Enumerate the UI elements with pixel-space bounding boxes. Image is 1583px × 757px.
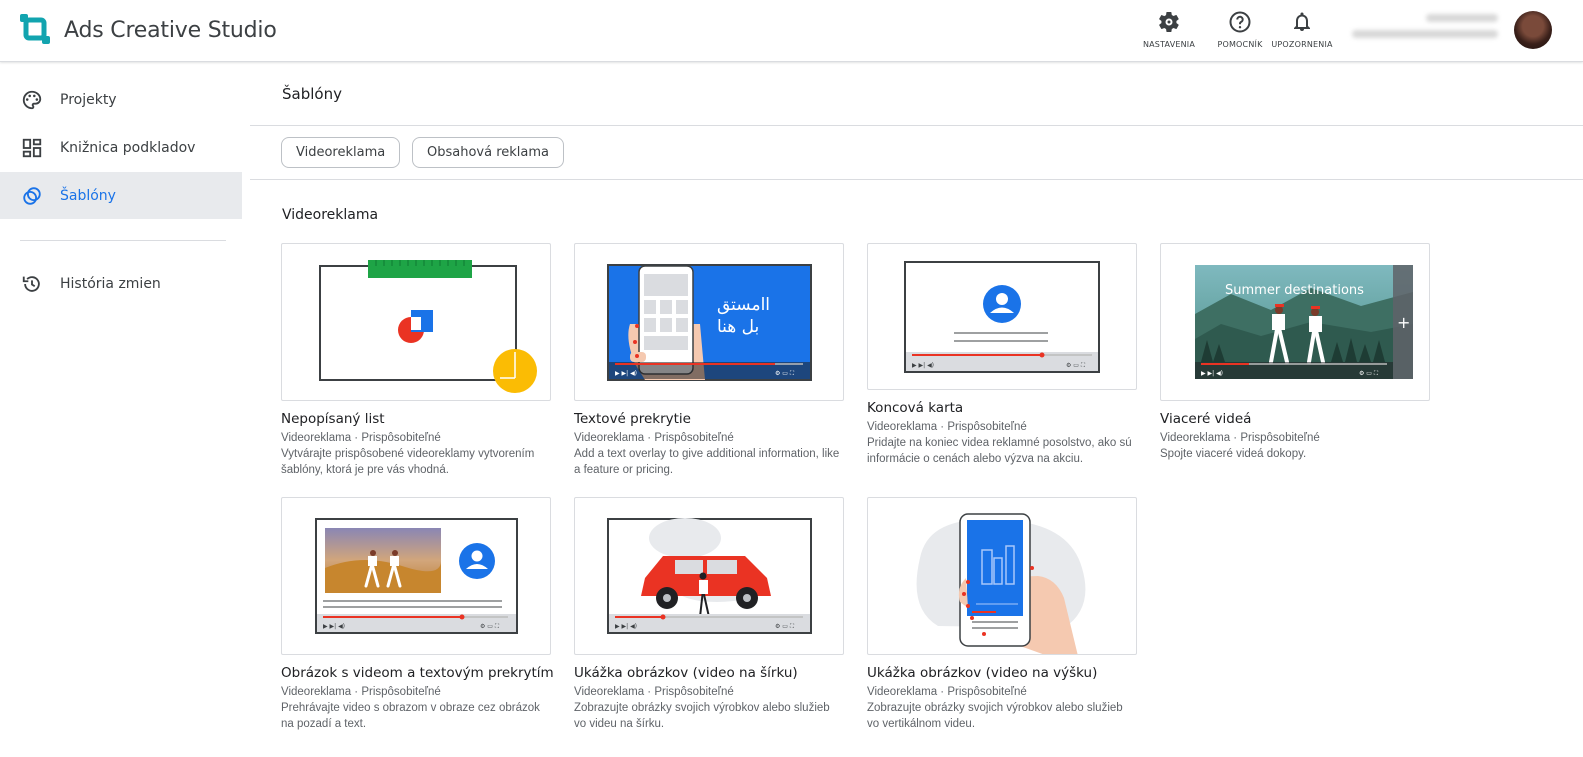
card-meta: Videoreklama · Prispôsobiteľné bbox=[574, 432, 734, 444]
card-description: Vytvárajte prispôsobené videoreklamy vyt… bbox=[281, 448, 535, 476]
card-description: Add a text overlay to give additional in… bbox=[574, 448, 840, 476]
card-description: Zobrazujte obrázky svojich výrobkov aleb… bbox=[867, 702, 1123, 730]
svg-text:+: + bbox=[1397, 313, 1410, 332]
card-meta: Videoreklama · Prispôsobiteľné bbox=[281, 686, 441, 698]
overlay-text: Summer destinations bbox=[1225, 283, 1364, 298]
page-title: Šablóny bbox=[282, 85, 342, 103]
template-card-image-showcase-landscape[interactable]: ▶ ▶| ◀) ⚙ ▭ ⛶ Ukážka obrázkov (video na … bbox=[574, 497, 844, 732]
sidebar-item-label: Knižnica podkladov bbox=[60, 139, 196, 156]
card-title: Obrázok s videom a textovým prekrytím bbox=[281, 665, 554, 681]
app-title: Ads Creative Studio bbox=[64, 18, 277, 43]
sidebar-item-label: Projekty bbox=[60, 91, 117, 108]
help-icon bbox=[1229, 11, 1251, 33]
sidebar-item-label: História zmien bbox=[60, 275, 161, 292]
palette-icon bbox=[21, 89, 43, 111]
divider bbox=[250, 125, 1583, 126]
help-button[interactable]: POMOCNÍK bbox=[1209, 10, 1271, 54]
svg-text:⚙ ▭ ⛶: ⚙ ▭ ⛶ bbox=[1359, 370, 1379, 377]
svg-text:⚙ ▭ ⛶: ⚙ ▭ ⛶ bbox=[775, 370, 795, 377]
svg-text:▶ ▶| ◀): ▶ ▶| ◀) bbox=[912, 362, 934, 369]
template-thumbnail: اامستق بل هنا ▶ ▶| ◀) ⚙ ▭ ⛶ bbox=[574, 243, 844, 401]
ads-creative-studio-logo[interactable] bbox=[18, 12, 52, 46]
bell-icon bbox=[1294, 12, 1310, 31]
sidebar-item-projects[interactable]: Projekty bbox=[0, 76, 242, 123]
settings-button[interactable]: NASTAVENIA bbox=[1138, 10, 1200, 54]
dashboard-icon bbox=[21, 137, 43, 159]
overlay-text-line-2: بل هنا bbox=[717, 317, 759, 337]
template-thumbnail bbox=[867, 497, 1137, 655]
template-thumbnail bbox=[281, 243, 551, 401]
sidebar-divider bbox=[20, 240, 226, 241]
svg-text:⚙ ▭ ⛶: ⚙ ▭ ⛶ bbox=[1066, 362, 1086, 369]
templates-icon bbox=[21, 185, 43, 207]
history-icon bbox=[21, 273, 43, 295]
settings-label: NASTAVENIA bbox=[1142, 40, 1196, 49]
template-card-text-overlay[interactable]: اامستق بل هنا ▶ ▶| ◀) ⚙ ▭ ⛶ Textové prek… bbox=[574, 243, 844, 478]
card-title: Nepopísaný list bbox=[281, 411, 385, 427]
section-title: Videoreklama bbox=[282, 207, 379, 223]
overlay-text-line-1: اامستق bbox=[717, 295, 770, 315]
svg-text:▶ ▶| ◀): ▶ ▶| ◀) bbox=[615, 623, 637, 630]
template-card-end-card[interactable]: ▶ ▶| ◀) ⚙ ▭ ⛶ Koncová karta Videoreklama… bbox=[867, 243, 1137, 467]
card-title: Viaceré videá bbox=[1160, 411, 1252, 427]
template-thumbnail: ▶ ▶| ◀) ⚙ ▭ ⛶ bbox=[574, 497, 844, 655]
notifications-button[interactable]: UPOZORNENIA bbox=[1271, 10, 1333, 54]
account-info[interactable] bbox=[1350, 14, 1502, 38]
template-thumbnail: ▶ ▶| ◀) ⚙ ▭ ⛶ bbox=[867, 243, 1137, 390]
card-meta: Videoreklama · Prispôsobiteľné bbox=[867, 421, 1027, 433]
svg-text:▶ ▶| ◀): ▶ ▶| ◀) bbox=[323, 623, 345, 630]
sidebar-item-label: Šablóny bbox=[60, 187, 116, 204]
card-meta: Videoreklama · Prispôsobiteľné bbox=[574, 686, 734, 698]
template-card-blank-canvas[interactable]: Nepopísaný list Videoreklama · Prispôsob… bbox=[281, 243, 551, 478]
card-description: Zobrazujte obrázky svojich výrobkov aleb… bbox=[574, 702, 830, 730]
top-app-bar: Ads Creative Studio NASTAVENIA POMOCNÍK … bbox=[0, 0, 1583, 62]
card-description: Spojte viaceré videá dokopy. bbox=[1160, 448, 1307, 460]
card-description: Prehrávajte video s obrazom v obraze cez… bbox=[281, 702, 540, 730]
avatar[interactable] bbox=[1514, 11, 1552, 49]
svg-text:▶ ▶| ◀): ▶ ▶| ◀) bbox=[615, 370, 637, 377]
template-card-picture-in-picture[interactable]: ▶ ▶| ◀) ⚙ ▭ ⛶ Obrázok s videom a textový… bbox=[281, 497, 554, 732]
gear-icon bbox=[1159, 11, 1179, 33]
card-title: Koncová karta bbox=[867, 400, 964, 416]
sidebar: Projekty Knižnica podkladov Šablóny Hist… bbox=[0, 62, 244, 757]
template-thumbnail: Summer destinations + ▶ ▶| ◀) ⚙ ▭ ⛶ bbox=[1160, 243, 1430, 401]
divider bbox=[250, 179, 1583, 180]
sidebar-item-history[interactable]: História zmien bbox=[0, 260, 242, 307]
card-title: Textové prekrytie bbox=[574, 411, 691, 427]
card-meta: Videoreklama · Prispôsobiteľné bbox=[1160, 432, 1320, 444]
notifications-label: UPOZORNENIA bbox=[1271, 40, 1333, 49]
card-meta: Videoreklama · Prispôsobiteľné bbox=[281, 432, 441, 444]
chip-video-ads[interactable]: Videoreklama bbox=[281, 137, 401, 168]
svg-text:▶ ▶| ◀): ▶ ▶| ◀) bbox=[1201, 370, 1223, 377]
main-content: Šablóny Videoreklama Obsahová reklama Vi… bbox=[250, 62, 1583, 757]
chip-display-ads[interactable]: Obsahová reklama bbox=[412, 137, 565, 168]
sidebar-item-templates[interactable]: Šablóny bbox=[0, 172, 242, 219]
sidebar-item-asset-library[interactable]: Knižnica podkladov bbox=[0, 124, 242, 171]
card-title: Ukážka obrázkov (video na výšku) bbox=[867, 665, 1098, 681]
svg-text:⚙ ▭ ⛶: ⚙ ▭ ⛶ bbox=[480, 623, 500, 630]
template-thumbnail: ▶ ▶| ◀) ⚙ ▭ ⛶ bbox=[281, 497, 551, 655]
card-meta: Videoreklama · Prispôsobiteľné bbox=[867, 686, 1027, 698]
svg-text:⚙ ▭ ⛶: ⚙ ▭ ⛶ bbox=[775, 623, 795, 630]
card-title: Ukážka obrázkov (video na šírku) bbox=[574, 665, 798, 681]
template-card-image-showcase-portrait[interactable]: Ukážka obrázkov (video na výšku) Videore… bbox=[867, 497, 1137, 732]
template-card-multiple-videos[interactable]: Summer destinations + ▶ ▶| ◀) ⚙ ▭ ⛶ Viac… bbox=[1160, 243, 1430, 462]
help-label: POMOCNÍK bbox=[1217, 40, 1263, 49]
card-description: Pridajte na koniec videa reklamné posols… bbox=[867, 437, 1132, 465]
